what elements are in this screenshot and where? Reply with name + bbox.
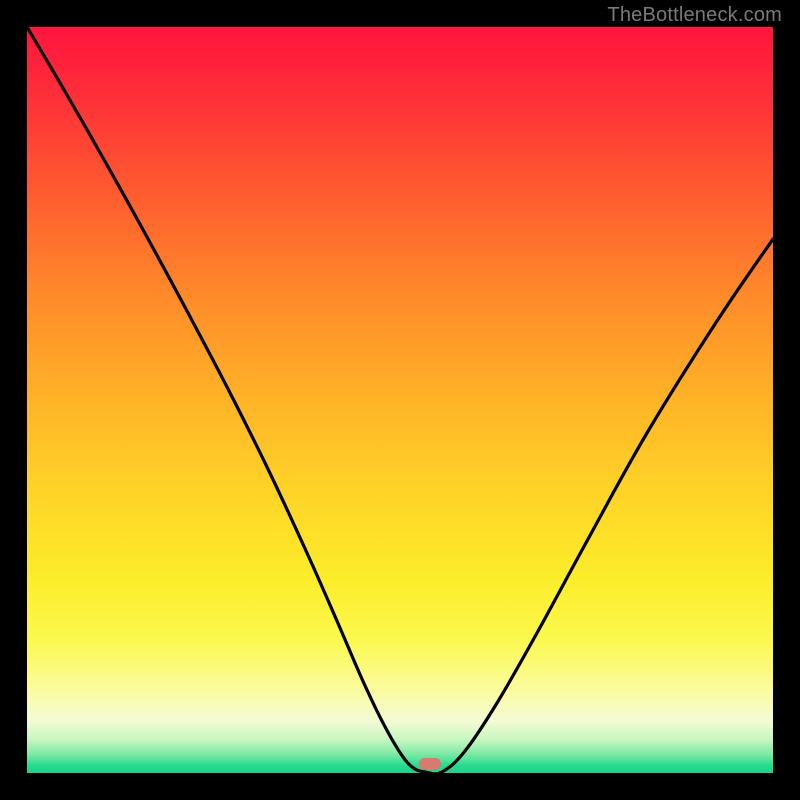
plot-area — [27, 27, 773, 773]
curve-layer — [27, 27, 773, 773]
bottleneck-curve — [27, 27, 773, 773]
watermark-text: TheBottleneck.com — [607, 4, 782, 27]
min-marker — [419, 758, 441, 770]
chart-frame: TheBottleneck.com — [0, 0, 800, 800]
